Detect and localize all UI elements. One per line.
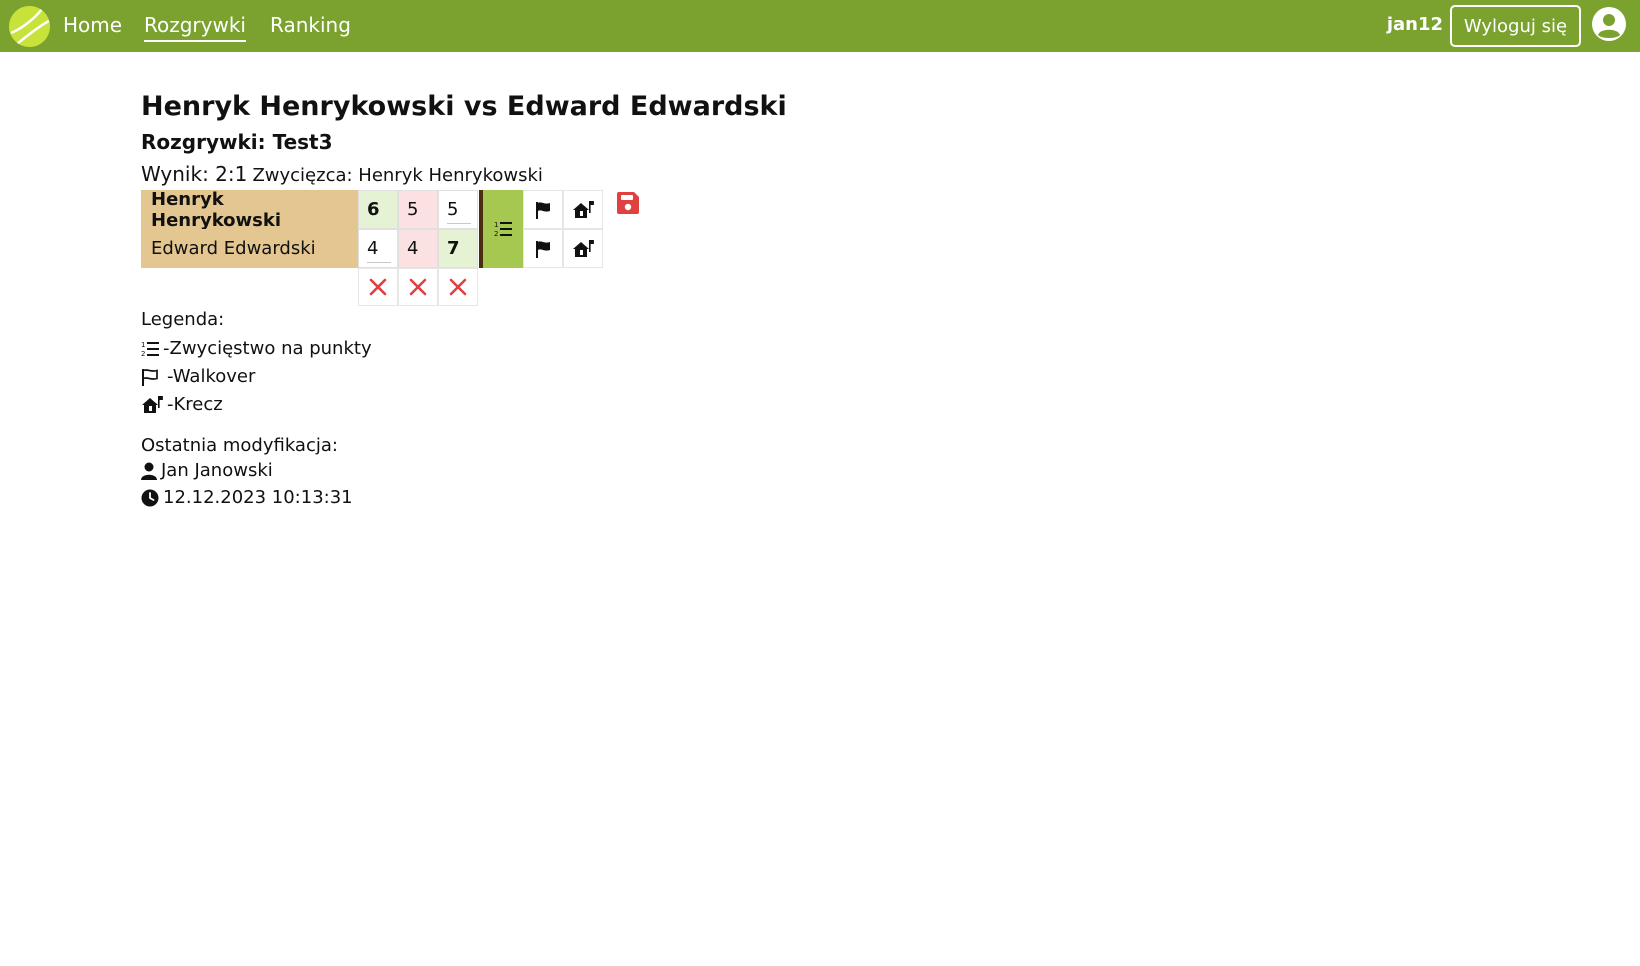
svg-text:2: 2 <box>141 350 145 358</box>
navbar: Home Rozgrywki Ranking jan12 Wyloguj się <box>0 0 1640 52</box>
delete-set-2-button[interactable] <box>398 268 438 306</box>
flag-icon <box>536 201 550 219</box>
modified-user: Jan Janowski <box>161 460 273 481</box>
house-flag-icon <box>142 396 163 413</box>
points-victory-button[interactable]: 1 2 <box>483 190 523 268</box>
score-input-p2-set1[interactable]: 4 <box>358 229 398 268</box>
result-line: Wynik: 2:1 Zwycięzca: Henryk Henrykowski <box>141 161 787 189</box>
result-winner: Zwycięzca: Henryk Henrykowski <box>252 165 543 186</box>
score-input-p2-set3[interactable]: 7 <box>438 229 478 268</box>
flag-icon <box>536 240 550 258</box>
flag-outline-icon <box>142 369 158 386</box>
nav-rozgrywki-link[interactable]: Rozgrywki <box>144 12 246 42</box>
score-value: 4 <box>407 238 419 259</box>
score-input-p1-set2[interactable]: 5 <box>398 190 438 229</box>
walkover-button-p2[interactable] <box>523 229 563 268</box>
svg-text:1: 1 <box>494 221 498 229</box>
score-value: 6 <box>367 199 380 220</box>
score-value: 5 <box>447 199 459 220</box>
krecz-button-p1[interactable] <box>563 190 603 229</box>
house-flag-icon <box>573 239 594 257</box>
house-flag-icon <box>573 200 594 218</box>
player-name-1: Henryk Henrykowski <box>141 189 358 231</box>
legend-item-points: 1 2 -Zwycięstwo na punkty <box>141 337 787 361</box>
legend: Legenda: 1 2 -Zwycięstwo na punkty -Walk… <box>141 307 787 417</box>
walkover-button-p1[interactable] <box>523 190 563 229</box>
list-ol-icon: 1 2 <box>141 341 159 358</box>
modified-timestamp: 12.12.2023 10:13:31 <box>163 487 353 508</box>
score-input-p1-set3[interactable]: 5 <box>438 190 478 229</box>
nav-home-link[interactable]: Home <box>63 12 122 38</box>
tennis-ball-icon[interactable] <box>9 6 50 47</box>
x-icon <box>369 278 387 296</box>
legend-krecz-label: -Krecz <box>167 394 223 415</box>
match-detail: Henryk Henrykowski vs Edward Edwardski R… <box>141 90 787 510</box>
legend-points-label: -Zwycięstwo na punkty <box>163 338 372 359</box>
nav-ranking-link[interactable]: Ranking <box>270 12 351 38</box>
list-ol-icon: 1 2 <box>494 221 512 238</box>
last-modified-title: Ostatnia modyfikacja: <box>141 435 338 456</box>
user-icon <box>141 462 157 480</box>
x-icon <box>409 278 427 296</box>
legend-walkover-label: -Walkover <box>167 366 256 387</box>
delete-set-1-button[interactable] <box>358 268 398 306</box>
modified-time-row: 12.12.2023 10:13:31 <box>141 486 787 510</box>
x-icon <box>449 278 467 296</box>
user-circle-icon[interactable] <box>1591 6 1627 42</box>
legend-item-walkover: -Walkover <box>141 365 787 389</box>
score-table: Henryk Henrykowski Edward Edwardski 6 5 … <box>141 189 661 306</box>
save-button[interactable] <box>615 190 641 216</box>
modified-user-row: Jan Janowski <box>141 459 787 483</box>
clock-icon <box>141 489 159 507</box>
krecz-button-p2[interactable] <box>563 229 603 268</box>
legend-item-krecz: -Krecz <box>141 393 787 417</box>
delete-set-3-button[interactable] <box>438 268 478 306</box>
legend-title: Legenda: <box>141 309 225 330</box>
competition-name: Rozgrywki: Test3 <box>141 130 333 154</box>
username-label: jan12 <box>1386 14 1443 35</box>
player-name-2: Edward Edwardski <box>141 229 358 268</box>
score-input-p2-set2[interactable]: 4 <box>398 229 438 268</box>
svg-text:2: 2 <box>494 230 498 238</box>
svg-text:1: 1 <box>141 341 145 349</box>
last-modified: Ostatnia modyfikacja: Jan Janowski 12.12… <box>141 435 787 510</box>
floppy-disk-icon <box>617 192 639 214</box>
score-input-p1-set1[interactable]: 6 <box>358 190 398 229</box>
page-title: Henryk Henrykowski vs Edward Edwardski <box>141 91 787 122</box>
logout-button[interactable]: Wyloguj się <box>1450 5 1581 47</box>
score-value: 7 <box>447 238 460 259</box>
score-value: 4 <box>367 238 379 259</box>
result-score: Wynik: 2:1 <box>141 162 248 186</box>
score-value: 5 <box>407 199 419 220</box>
